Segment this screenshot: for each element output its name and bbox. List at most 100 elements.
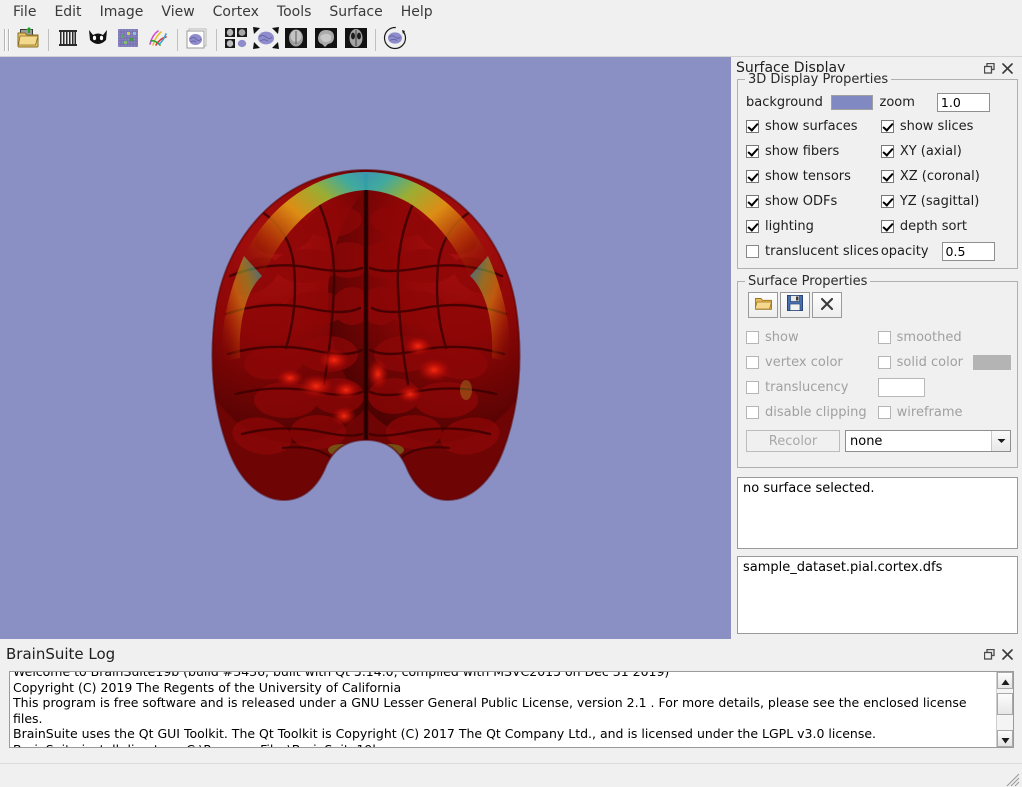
surface-display-close-button[interactable] (998, 60, 1016, 76)
checkbox-show-slices[interactable]: show slices (880, 114, 1011, 139)
toolbar-diffusion-fibers-button[interactable] (144, 26, 172, 54)
checkbox-xz-coronal[interactable]: XZ (coronal) (880, 164, 1011, 189)
menu-image[interactable]: Image (91, 2, 153, 22)
checkbox-box (880, 170, 894, 183)
checkbox-label: show fibers (765, 144, 840, 159)
scroll-up-icon (1001, 672, 1010, 690)
scroll-down-icon (1001, 729, 1010, 747)
brain-surface-render (166, 148, 566, 548)
coronal-view-icon (284, 27, 308, 53)
checkbox-label: translucent slices (765, 244, 879, 259)
menu-file[interactable]: File (4, 2, 45, 22)
checkbox-label: solid color (896, 355, 963, 370)
toolbar-coronal-view-button[interactable] (282, 26, 310, 54)
colormap-value: none (850, 433, 883, 449)
close-surface-button[interactable] (812, 292, 842, 318)
checkbox-show-surfaces[interactable]: show surfaces (746, 114, 879, 139)
log-line: Copyright (C) 2019 The Regents of the Un… (13, 679, 402, 695)
menu-tools[interactable]: Tools (268, 2, 321, 22)
checkbox-box (746, 245, 759, 258)
toolbar-axial-view-button[interactable] (342, 26, 370, 54)
toolbar-multi-panel-view-button[interactable] (222, 26, 250, 54)
checkbox-label: translucency (765, 380, 849, 395)
open-surface-icon (753, 296, 772, 315)
log-line: BrainSuite uses the Qt GUI Toolkit. The … (13, 726, 877, 741)
surface-properties-group: Surface Properties show vertex color tra… (737, 274, 1018, 468)
checkbox-xy-axial[interactable]: XY (axial) (880, 139, 1011, 164)
toolbar-skull-stripping-button[interactable] (84, 26, 112, 54)
checkbox-vertex-color[interactable]: vertex color (746, 350, 876, 375)
checkbox-smoothed[interactable]: smoothed (877, 325, 1011, 350)
log-scroll-track[interactable] (997, 689, 1013, 730)
checkbox-label: show (765, 330, 799, 345)
zoom-input[interactable]: 1.0 (936, 92, 990, 112)
toolbar-cortical-surface-extraction-button[interactable] (54, 26, 82, 54)
checkbox-box (880, 195, 894, 208)
checkbox-disable-clipping[interactable]: disable clipping (746, 400, 876, 425)
log-line: Welcome to BrainSuite19b (build #3436, b… (13, 672, 993, 680)
surface-view-icon (185, 27, 209, 53)
menu-view[interactable]: View (152, 2, 203, 22)
checkbox-label: disable clipping (765, 405, 867, 420)
scroll-down-button[interactable] (997, 730, 1013, 747)
opacity-input[interactable]: 0.5 (941, 242, 995, 261)
checkbox-label: XZ (coronal) (899, 169, 980, 184)
checkbox-solid-color[interactable]: solid color (877, 350, 1011, 375)
checkbox-yz-sagittal[interactable]: YZ (sagittal) (880, 189, 1011, 214)
checkbox-label: show slices (899, 119, 974, 134)
3d-display-properties-legend: 3D Display Properties (745, 72, 892, 87)
checkbox-box (880, 220, 894, 233)
sagittal-view-icon (314, 27, 338, 53)
log-scrollbar[interactable] (996, 672, 1013, 747)
toolbar-separator (216, 29, 217, 51)
checkbox-translucent-slices[interactable]: translucent slices (746, 239, 879, 264)
log-title: BrainSuite Log (6, 645, 116, 663)
toolbar-surface-only-view-button[interactable] (252, 26, 280, 54)
surface-display-float-button[interactable] (980, 60, 998, 76)
colormap-select[interactable]: none (845, 430, 1011, 452)
recolor-button[interactable]: Recolor (746, 430, 840, 452)
checkbox-lighting[interactable]: lighting (746, 214, 879, 239)
background-color-swatch[interactable] (830, 94, 873, 110)
menu-help[interactable]: Help (392, 2, 442, 22)
toolbar-surface-rotate-button[interactable] (381, 26, 409, 54)
menu-cortex[interactable]: Cortex (204, 2, 268, 22)
close-icon (1001, 645, 1013, 664)
checkbox-wireframe[interactable]: wireframe (877, 400, 1011, 425)
menu-edit[interactable]: Edit (45, 2, 90, 22)
multi-panel-view-icon (224, 27, 248, 53)
checkbox-show-odfs[interactable]: show ODFs (746, 189, 879, 214)
surface-list-box[interactable]: sample_dataset.pial.cortex.dfs (737, 556, 1018, 634)
log-textarea[interactable]: Welcome to BrainSuite19b (build #3436, b… (9, 671, 1014, 748)
toolbar-drag-handle[interactable] (3, 29, 11, 51)
log-titlebar: BrainSuite Log (0, 641, 1022, 667)
translucency-input[interactable] (877, 378, 925, 397)
toolbar-sagittal-view-button[interactable] (312, 26, 340, 54)
log-close-button[interactable] (998, 646, 1016, 662)
checkbox-label: smoothed (896, 330, 962, 345)
toolbar-open-file-button[interactable] (15, 26, 43, 54)
checkbox-show-tensors[interactable]: show tensors (746, 164, 879, 189)
solid-color-swatch[interactable] (973, 355, 1011, 370)
toolbar-tissue-classification-button[interactable] (114, 26, 142, 54)
background-label: background (746, 94, 823, 110)
toolbar-separator (375, 29, 376, 51)
checkbox-translucency[interactable]: translucency (746, 375, 876, 400)
surface-properties-legend: Surface Properties (745, 274, 871, 289)
checkbox-depth-sort[interactable]: depth sort (880, 214, 1011, 239)
checkbox-box (746, 145, 759, 158)
checkbox-surface-show[interactable]: show (746, 325, 876, 350)
3d-brain-viewport[interactable] (0, 57, 731, 639)
log-float-button[interactable] (980, 646, 998, 662)
menu-surface[interactable]: Surface (320, 2, 391, 22)
list-item[interactable]: sample_dataset.pial.cortex.dfs (738, 557, 1017, 578)
open-surface-button[interactable] (748, 292, 778, 318)
checkbox-label: wireframe (896, 405, 963, 420)
resize-grip-icon[interactable] (1006, 772, 1020, 787)
checkbox-show-fibers[interactable]: show fibers (746, 139, 879, 164)
toolbar-surface-view-button[interactable] (183, 26, 211, 54)
toolbar-separator (177, 29, 178, 51)
save-surface-button[interactable] (780, 292, 810, 318)
scroll-up-button[interactable] (997, 672, 1013, 689)
log-scroll-thumb[interactable] (997, 693, 1013, 715)
